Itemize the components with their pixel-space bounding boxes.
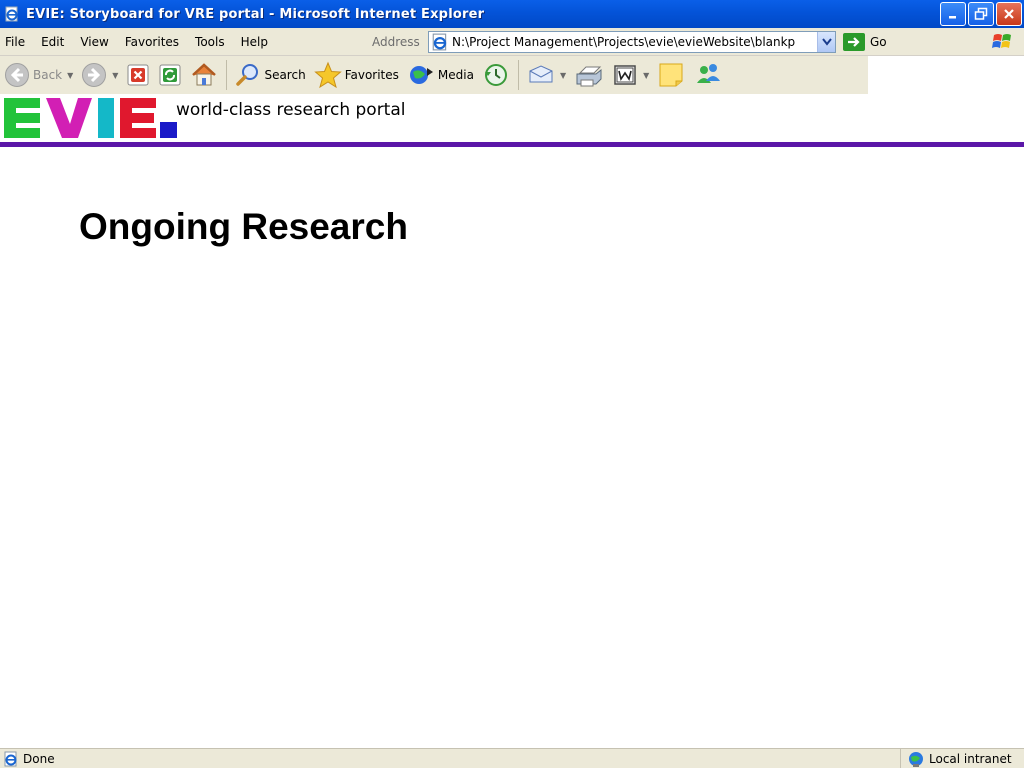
address-label: Address	[372, 35, 420, 49]
status-bar: Done Local intranet	[0, 748, 1024, 768]
discuss-note-icon	[659, 63, 683, 87]
toolbar-blank-area	[868, 56, 1024, 94]
ie-page-icon	[432, 33, 447, 51]
back-dropdown-icon[interactable]: ▼	[67, 71, 73, 80]
page-heading: Ongoing Research	[79, 206, 408, 247]
mail-button[interactable]: ▼	[523, 59, 570, 91]
home-icon	[192, 63, 217, 86]
globe-icon	[909, 752, 923, 767]
go-button[interactable]: Go	[843, 33, 887, 51]
menu-file[interactable]: File	[0, 35, 35, 49]
logo-letter-e1	[4, 98, 40, 138]
home-button[interactable]	[186, 59, 222, 91]
toolbar-separator	[517, 60, 519, 90]
media-button[interactable]: Media	[403, 59, 478, 91]
standard-toolbar: Back ▼ ▼ Search Favorites Media ▼ ▼	[0, 56, 868, 94]
toolbar-separator	[226, 60, 228, 90]
header-divider	[0, 142, 1024, 147]
favorites-star-icon	[313, 61, 342, 89]
close-button[interactable]	[996, 2, 1022, 26]
menu-help[interactable]: Help	[235, 35, 278, 49]
address-bar[interactable]: N:\Project Management\Projects\evie\evie…	[428, 31, 836, 53]
refresh-button[interactable]	[154, 59, 186, 91]
history-button[interactable]	[478, 59, 514, 91]
ie-page-icon	[5, 6, 18, 22]
address-input[interactable]: N:\Project Management\Projects\evie\evie…	[452, 35, 817, 49]
search-button[interactable]: Search	[231, 59, 309, 91]
logo-letter-e2	[120, 98, 156, 138]
evie-logo	[4, 98, 177, 138]
status-text: Done	[23, 751, 55, 766]
minimize-button[interactable]	[940, 2, 966, 26]
word-edit-icon	[614, 65, 636, 85]
restore-button[interactable]	[968, 2, 994, 26]
windows-flag-icon	[984, 29, 1022, 55]
close-icon	[1004, 9, 1014, 19]
messenger-button[interactable]	[689, 59, 727, 91]
back-button[interactable]: Back ▼	[0, 59, 77, 91]
discuss-button[interactable]	[653, 59, 689, 91]
back-arrow-icon	[5, 63, 29, 87]
restore-icon	[974, 7, 988, 20]
zone-text: Local intranet	[929, 752, 1012, 766]
print-icon	[576, 66, 602, 87]
security-zone[interactable]: Local intranet	[900, 749, 1024, 768]
menu-favorites[interactable]: Favorites	[119, 35, 189, 49]
window-title: EVIE: Storyboard for VRE portal - Micros…	[26, 6, 485, 22]
mail-dropdown-icon[interactable]: ▼	[560, 71, 566, 80]
edit-button[interactable]: ▼	[608, 59, 653, 91]
print-button[interactable]	[570, 59, 608, 91]
back-label: Back	[33, 68, 63, 82]
address-dropdown-button[interactable]	[817, 32, 835, 52]
favorites-button[interactable]: Favorites	[310, 59, 403, 91]
search-label: Search	[264, 68, 306, 82]
favorites-label: Favorites	[344, 68, 399, 82]
logo-dot	[160, 122, 177, 138]
go-label: Go	[870, 35, 887, 49]
forward-arrow-icon	[82, 63, 107, 87]
refresh-icon	[159, 64, 181, 86]
window-controls	[940, 2, 1022, 26]
logo-letter-v	[46, 98, 92, 138]
stop-icon	[127, 64, 149, 86]
messenger-icon	[697, 64, 721, 83]
forward-button[interactable]: ▼	[77, 59, 122, 91]
menu-bar: File Edit View Favorites Tools Help Addr…	[0, 28, 1024, 56]
logo-letter-i	[98, 98, 114, 138]
stop-button[interactable]	[122, 59, 154, 91]
minimize-icon	[949, 16, 956, 19]
ie-page-icon	[4, 751, 17, 766]
title-bar[interactable]: EVIE: Storyboard for VRE portal - Micros…	[0, 0, 1024, 28]
menu-view[interactable]: View	[74, 35, 118, 49]
go-arrow-icon	[843, 33, 865, 51]
media-icon	[409, 66, 433, 84]
edit-dropdown-icon[interactable]: ▼	[643, 71, 649, 80]
forward-dropdown-icon[interactable]: ▼	[112, 71, 118, 80]
chevron-down-icon	[821, 38, 832, 46]
mail-icon	[529, 65, 553, 83]
menu-edit[interactable]: Edit	[35, 35, 74, 49]
history-icon	[484, 64, 507, 86]
media-label: Media	[437, 68, 474, 82]
search-magnifier-icon	[236, 64, 259, 86]
site-tagline: world-class research portal	[176, 100, 406, 120]
menu-tools[interactable]: Tools	[189, 35, 235, 49]
page-content: world-class research portal Ongoing Rese…	[0, 94, 1024, 748]
